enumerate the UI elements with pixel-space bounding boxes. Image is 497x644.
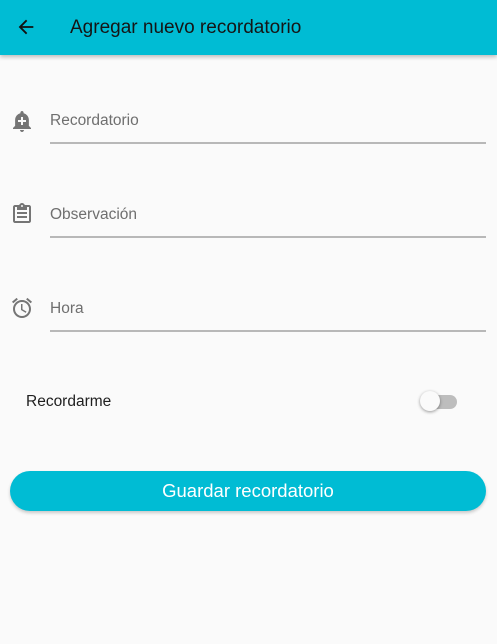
back-button[interactable] xyxy=(8,9,44,45)
page-title: Agregar nuevo recordatorio xyxy=(70,17,302,38)
arrow-back-icon xyxy=(18,19,34,35)
save-reminder-button[interactable]: Guardar recordatorio xyxy=(10,471,486,511)
add-alert-icon xyxy=(13,111,31,132)
app-bar: Agregar nuevo recordatorio xyxy=(0,0,497,55)
observation-input[interactable] xyxy=(50,194,486,238)
alarm-clock-icon xyxy=(12,297,32,318)
remind-me-switch[interactable] xyxy=(420,390,460,414)
clipboard-icon xyxy=(13,203,31,223)
remind-me-label: Recordarme xyxy=(26,393,112,410)
remind-me-row: Recordarme xyxy=(0,380,497,424)
reminder-input[interactable] xyxy=(50,100,486,144)
switch-thumb xyxy=(420,391,440,411)
time-input[interactable] xyxy=(50,288,486,332)
